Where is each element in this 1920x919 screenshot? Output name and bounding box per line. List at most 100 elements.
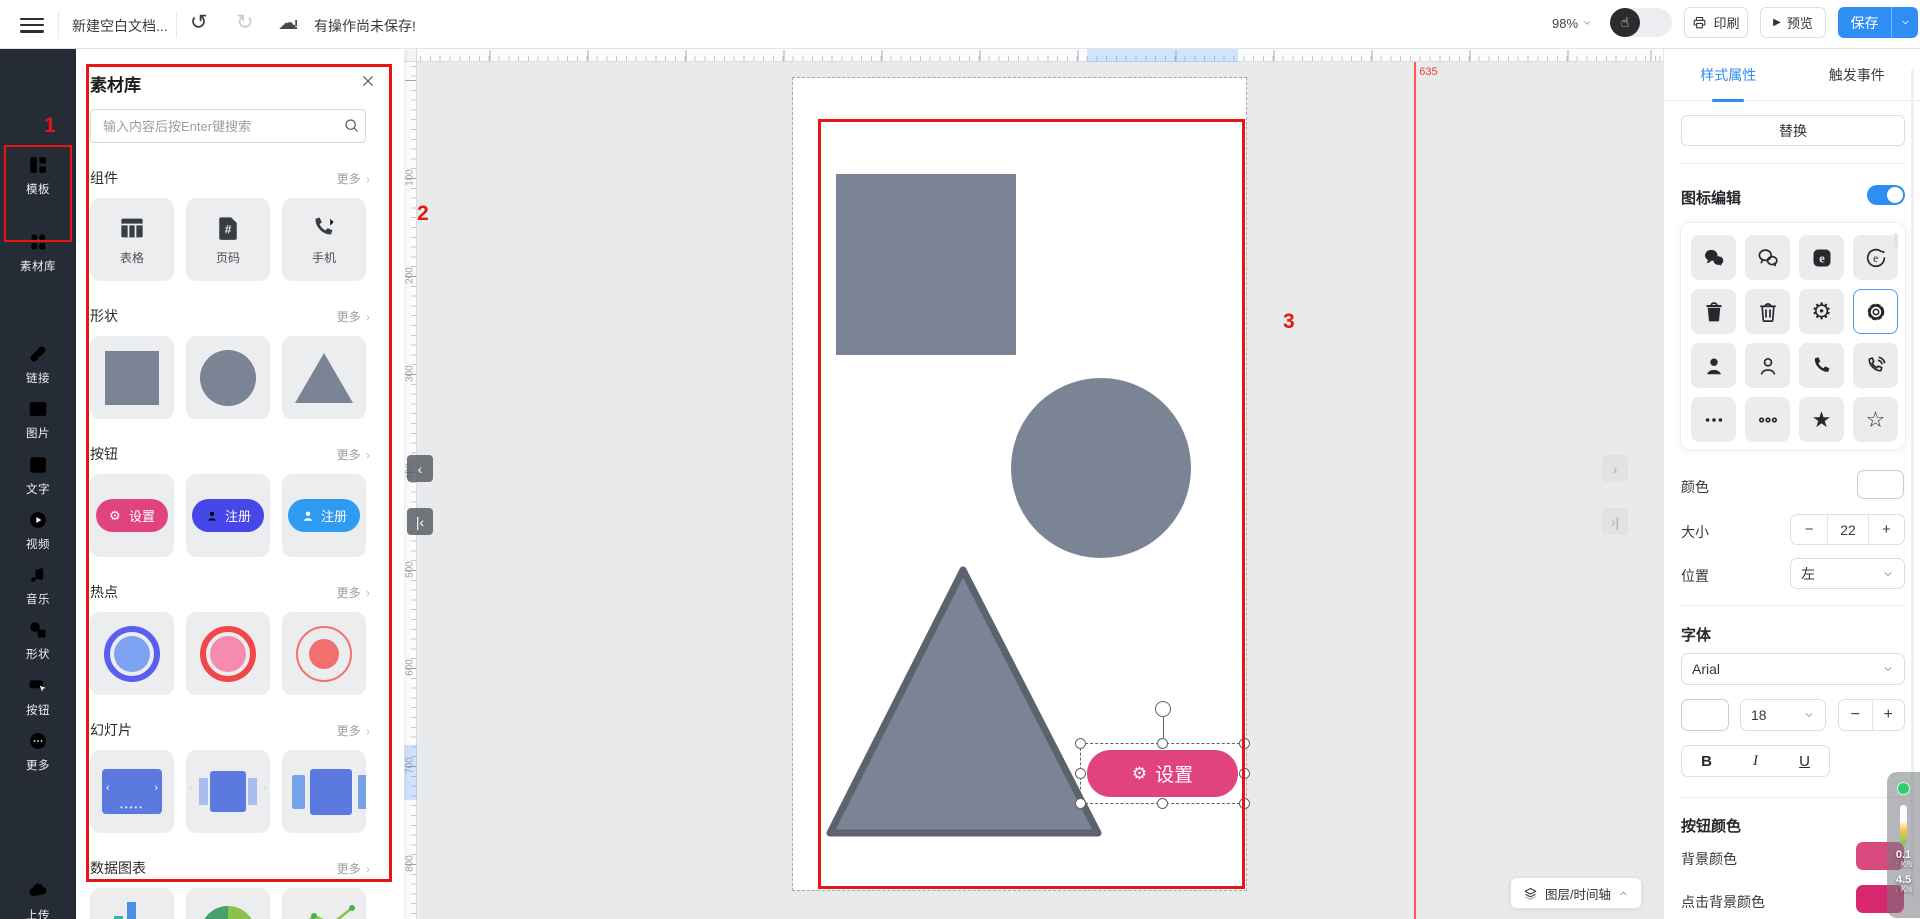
- resize-handle[interactable]: [1075, 798, 1086, 809]
- sidebar-item-button[interactable]: 按钮: [0, 675, 76, 718]
- icon-edit-toggle[interactable]: [1867, 185, 1905, 205]
- font-size-select[interactable]: 18: [1740, 699, 1826, 731]
- icon-option-phone-outline[interactable]: [1853, 343, 1898, 388]
- icon-option-person-filled[interactable]: [1691, 343, 1736, 388]
- canvas-circle-shape[interactable]: [1011, 378, 1191, 558]
- close-icon[interactable]: [360, 73, 376, 89]
- icon-option-star-outline[interactable]: ☆: [1853, 397, 1898, 442]
- icon-option-eqxiu-filled[interactable]: e: [1799, 235, 1844, 280]
- tab-trigger-events[interactable]: 触发事件: [1793, 49, 1920, 100]
- icon-option-star-filled[interactable]: ★: [1799, 397, 1844, 442]
- size-value[interactable]: 22: [1827, 515, 1867, 544]
- icon-option-eqxiu-outline[interactable]: e: [1853, 235, 1898, 280]
- underline-button[interactable]: U: [1780, 746, 1829, 776]
- library-shape-triangle[interactable]: [282, 336, 366, 419]
- menu-icon[interactable]: [20, 14, 44, 34]
- section-more-link[interactable]: 更多 ›: [337, 170, 370, 187]
- resize-handle[interactable]: [1239, 798, 1250, 809]
- resize-handle[interactable]: [1075, 768, 1086, 779]
- library-button-注册[interactable]: 注册: [282, 474, 366, 557]
- sidebar-item-shape[interactable]: 形状: [0, 619, 76, 662]
- guide-line[interactable]: [1414, 62, 1416, 919]
- library-button-设置[interactable]: ⚙设置: [90, 474, 174, 557]
- icon-option-wechat-outline[interactable]: [1745, 235, 1790, 280]
- font-size-increase-button[interactable]: +: [1872, 700, 1905, 730]
- library-hotspot[interactable]: [90, 612, 174, 695]
- section-more-link[interactable]: 更多 ›: [337, 722, 370, 739]
- tab-style-properties[interactable]: 样式属性: [1664, 49, 1793, 100]
- icon-option-person-outline[interactable]: [1745, 343, 1790, 388]
- save-more-button[interactable]: [1892, 7, 1918, 38]
- document-title[interactable]: 新建空白文档...: [72, 16, 168, 36]
- replace-button[interactable]: 替换: [1681, 115, 1905, 146]
- search-icon[interactable]: [343, 117, 360, 134]
- resize-handle[interactable]: [1239, 738, 1250, 749]
- library-hotspot[interactable]: [186, 612, 270, 695]
- print-button[interactable]: 印刷: [1684, 7, 1748, 38]
- bold-button[interactable]: B: [1682, 746, 1731, 776]
- library-chart-pie[interactable]: [186, 888, 270, 919]
- expand-right-button[interactable]: ›: [1602, 455, 1628, 482]
- sidebar-item-template[interactable]: 模板: [0, 154, 76, 197]
- sidebar-item-text[interactable]: 文字: [0, 454, 76, 497]
- library-shape-circle[interactable]: [186, 336, 270, 419]
- canvas-square-shape[interactable]: [836, 174, 1016, 355]
- save-button[interactable]: 保存: [1838, 7, 1892, 38]
- resize-handle[interactable]: [1157, 798, 1168, 809]
- sidebar-item-video[interactable]: 视频: [0, 509, 76, 552]
- library-chart-bar[interactable]: [90, 888, 174, 919]
- library-item-表格[interactable]: 表格: [90, 198, 174, 281]
- icon-option-trash-filled[interactable]: [1691, 289, 1736, 334]
- gradient-slider[interactable]: [1900, 805, 1907, 845]
- icon-option-ellipsis-filled[interactable]: [1691, 397, 1736, 442]
- sidebar-item-link[interactable]: 链接: [0, 343, 76, 386]
- icon-option-gear-filled[interactable]: ⚙: [1799, 289, 1844, 334]
- rotate-handle[interactable]: [1155, 701, 1171, 717]
- resize-handle[interactable]: [1157, 738, 1168, 749]
- icon-option-wechat-filled[interactable]: [1691, 235, 1736, 280]
- zoom-level-dropdown[interactable]: 98%: [1552, 16, 1592, 31]
- font-color-swatch[interactable]: [1681, 699, 1729, 731]
- library-item-页码[interactable]: #页码: [186, 198, 270, 281]
- position-select[interactable]: 左: [1790, 558, 1905, 589]
- canvas-triangle-shape[interactable]: [820, 558, 1110, 842]
- undo-icon[interactable]: ↺: [190, 10, 208, 35]
- font-size-decrease-button[interactable]: −: [1839, 700, 1872, 730]
- section-more-link[interactable]: 更多 ›: [337, 446, 370, 463]
- library-slideshow[interactable]: ‹›: [186, 750, 270, 833]
- library-hotspot[interactable]: [282, 612, 366, 695]
- size-increase-button[interactable]: +: [1868, 515, 1904, 544]
- section-more-link[interactable]: 更多 ›: [337, 860, 370, 877]
- icon-option-phone-filled[interactable]: [1799, 343, 1844, 388]
- hand-tool-toggle[interactable]: ☝: [1610, 8, 1672, 37]
- library-chart-line[interactable]: [282, 888, 366, 919]
- search-input[interactable]: [90, 109, 366, 143]
- size-decrease-button[interactable]: −: [1791, 515, 1827, 544]
- library-shape-square[interactable]: [90, 336, 174, 419]
- section-more-link[interactable]: 更多 ›: [337, 308, 370, 325]
- sidebar-item-music[interactable]: 音乐: [0, 564, 76, 607]
- resize-handle[interactable]: [1239, 768, 1250, 779]
- resize-handle[interactable]: [1075, 738, 1086, 749]
- icon-color-swatch[interactable]: [1857, 470, 1904, 499]
- collapse-panel-button[interactable]: ‹: [407, 455, 433, 482]
- icon-option-ellipsis-outline[interactable]: [1745, 397, 1790, 442]
- redo-icon[interactable]: ↻: [236, 10, 254, 35]
- library-button-注册[interactable]: 注册: [186, 474, 270, 557]
- sidebar-item-image[interactable]: 图片: [0, 398, 76, 441]
- sidebar-item-more[interactable]: 更多: [0, 730, 76, 773]
- sidebar-item-assets[interactable]: 素材库: [0, 231, 76, 274]
- library-item-手机[interactable]: 手机: [282, 198, 366, 281]
- icon-option-trash-outline[interactable]: [1745, 289, 1790, 334]
- italic-button[interactable]: I: [1731, 746, 1780, 776]
- library-slideshow[interactable]: ‹›•••••: [90, 750, 174, 833]
- sidebar-item-upload[interactable]: 上传: [0, 880, 76, 919]
- collapse-panel-to-edge-button[interactable]: |‹: [407, 508, 433, 535]
- library-slideshow[interactable]: [282, 750, 366, 833]
- layers-timeline-toggle[interactable]: 图层/时间轴: [1510, 877, 1642, 909]
- preview-button[interactable]: ▶预览: [1760, 7, 1826, 38]
- icon-option-gear-outline[interactable]: [1853, 289, 1898, 334]
- section-more-link[interactable]: 更多 ›: [337, 584, 370, 601]
- font-family-select[interactable]: Arial: [1681, 653, 1905, 685]
- expand-right-to-edge-button[interactable]: ›|: [1602, 508, 1628, 535]
